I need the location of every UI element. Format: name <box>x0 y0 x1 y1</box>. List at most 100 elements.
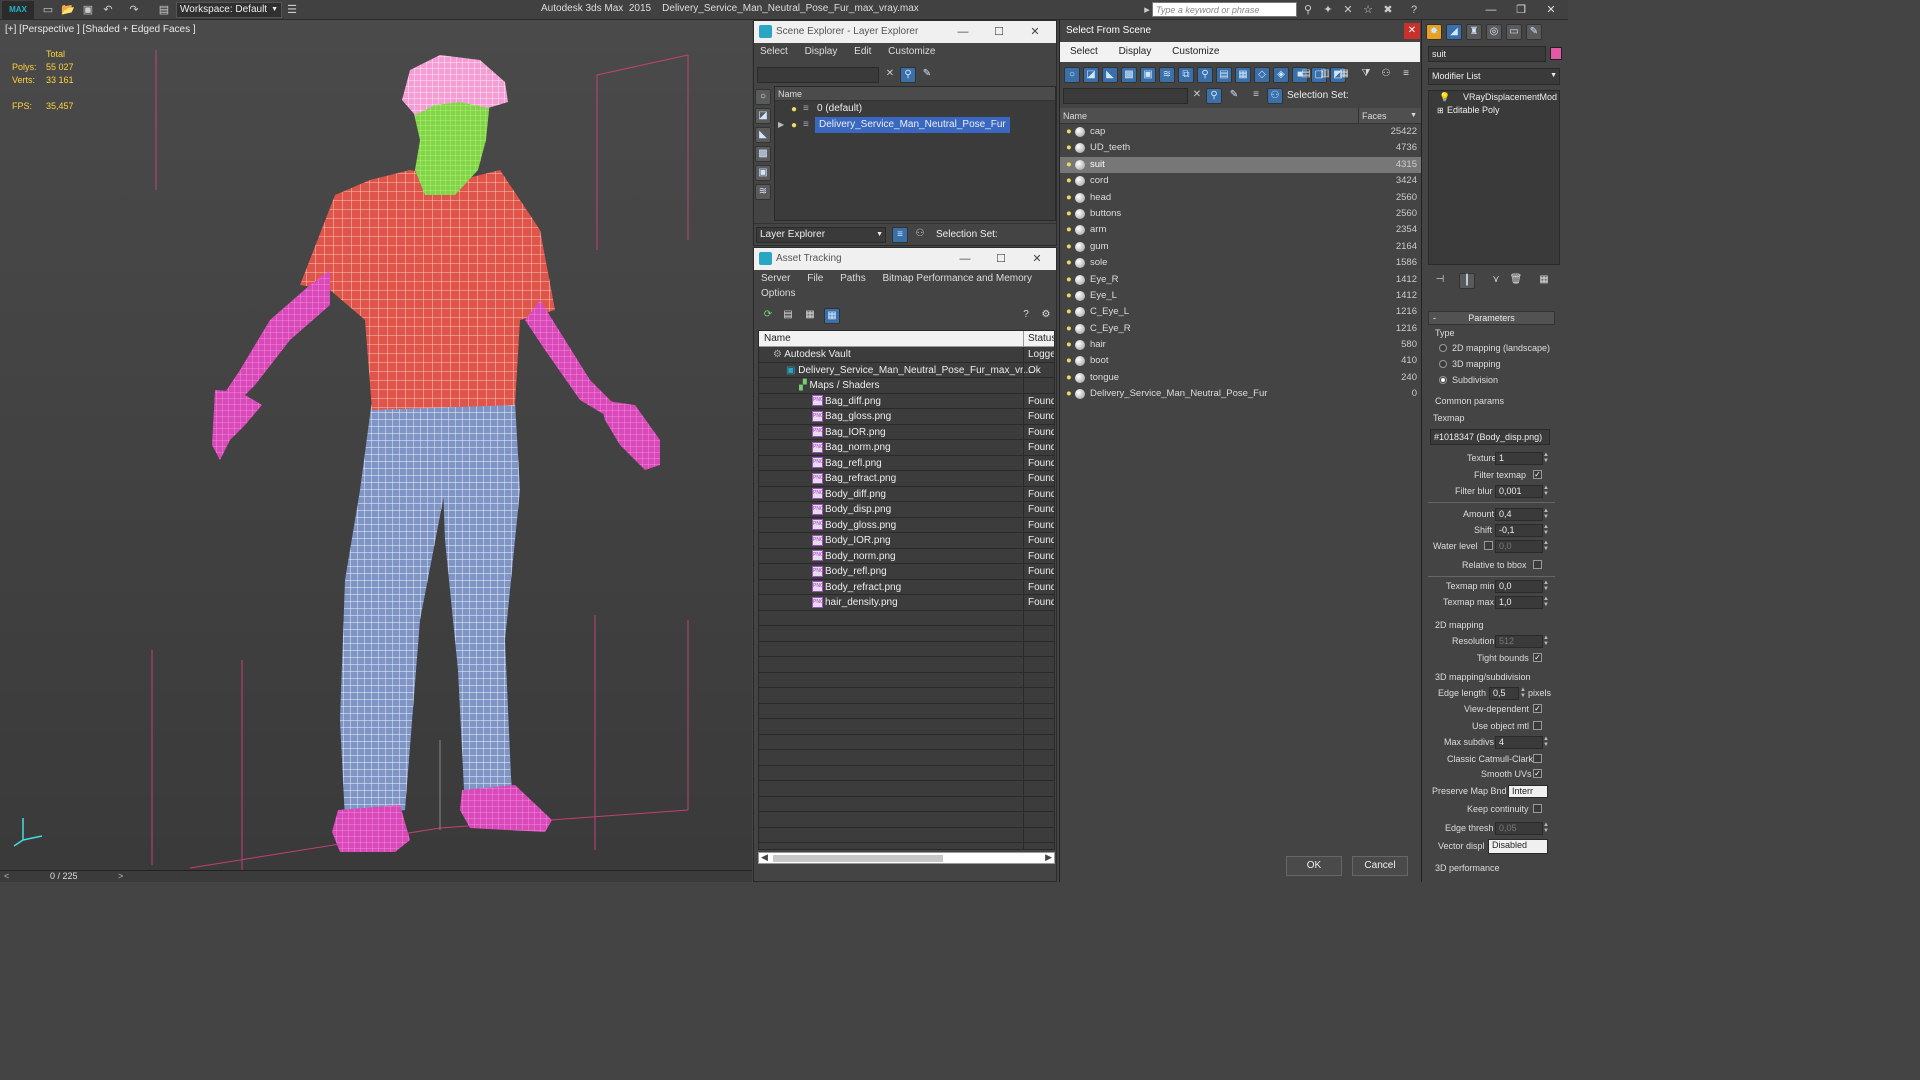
object-row[interactable]: ● boot 410 <box>1060 353 1421 369</box>
lightbulb-icon[interactable]: ● <box>1066 239 1072 255</box>
make-unique-icon[interactable]: ⋎ <box>1488 273 1504 289</box>
cancel-button[interactable]: Cancel <box>1352 856 1408 876</box>
lightbulb-icon[interactable]: ● <box>1066 124 1072 140</box>
lightbulb-icon[interactable]: ● <box>1066 337 1072 353</box>
display-xrefs-icon[interactable]: ⚲ <box>1197 67 1213 83</box>
display-shapes-icon[interactable]: ◪ <box>1083 67 1099 83</box>
display-containers-icon[interactable]: ▦ <box>1235 67 1251 83</box>
radio-2d-mapping[interactable] <box>1439 344 1447 352</box>
lightbulb-icon[interactable]: ● <box>1066 386 1072 402</box>
asset-row[interactable]: PNGBody_IOR.png Found <box>759 533 1054 549</box>
horizontal-scrollbar[interactable]: ◀ ▶ <box>758 852 1055 864</box>
amount-spinner[interactable]: ▲ ▼ <box>1543 508 1549 521</box>
close-icon[interactable]: ✕ <box>1404 23 1420 39</box>
col-name-header[interactable]: Name <box>775 87 1055 101</box>
pin-stack-icon[interactable]: ⊣ <box>1432 273 1448 289</box>
display-lights-icon[interactable]: ◣ <box>755 127 771 143</box>
asset-row[interactable]: PNGBag_diff.png Found <box>759 393 1054 409</box>
clear-find-icon[interactable]: ✕ <box>1189 88 1205 104</box>
menu-display[interactable]: Display <box>1119 46 1152 57</box>
display-bones-icon[interactable]: ▤ <box>1216 67 1232 83</box>
object-color-swatch[interactable] <box>1550 47 1562 60</box>
lightbulb-icon[interactable]: ● <box>1066 255 1072 271</box>
lightbulb-icon[interactable]: ● <box>791 102 797 118</box>
menu-customize[interactable]: Customize <box>888 46 935 57</box>
display-helpers-icon[interactable]: ▣ <box>1140 67 1156 83</box>
lightbulb-icon[interactable]: ● <box>1066 272 1072 288</box>
menu-paths[interactable]: Paths <box>840 273 866 284</box>
subscription-icon[interactable]: ✦ <box>1320 2 1336 18</box>
lightbulb-icon[interactable]: ● <box>1066 190 1072 206</box>
display-geometry-icon[interactable]: ○ <box>1064 67 1080 83</box>
utilities-tab-icon[interactable]: ✎ <box>1526 24 1542 40</box>
radio-subdivision[interactable] <box>1439 376 1447 384</box>
modifier-list-dropdown[interactable]: Modifier List ▼ <box>1428 68 1560 85</box>
texture-chan-input[interactable]: 1 <box>1495 452 1543 465</box>
layer-row[interactable]: ▶ ● ≡ Delivery_Service_Man_Neutral_Pose_… <box>775 117 1055 133</box>
open-file-icon[interactable]: 📂 <box>60 2 76 18</box>
customize-toolbar-icon[interactable]: ☰ <box>284 2 300 18</box>
object-row[interactable]: ● Eye_L 1412 <box>1060 288 1421 304</box>
menu-options[interactable]: Options <box>761 288 795 299</box>
texmap-max-spinner[interactable]: ▲ ▼ <box>1543 596 1549 609</box>
expand-plus-icon[interactable]: ⊞ <box>1437 104 1444 117</box>
asset-row[interactable]: PNGBag_gloss.png Found <box>759 409 1054 425</box>
maximize-icon[interactable]: ☐ <box>984 21 1014 43</box>
lightbulb-icon[interactable]: ● <box>1066 222 1072 238</box>
asset-row[interactable]: PNGBody_refl.png Found <box>759 564 1054 580</box>
save-file-icon[interactable]: ▣ <box>80 2 96 18</box>
asset-tracking-titlebar[interactable]: Asset Tracking — ☐ ✕ <box>754 248 1056 270</box>
object-row[interactable]: ● gum 2164 <box>1060 239 1421 255</box>
viewport-label[interactable]: [+] [Perspective ] [Shaded + Edged Faces… <box>5 24 196 35</box>
amount-input[interactable]: 0,4 <box>1495 508 1543 521</box>
edge-thresh-spinner[interactable]: ▲ ▼ <box>1543 822 1549 835</box>
settings-icon[interactable]: ⚙ <box>1038 308 1054 324</box>
hierarchy-icon[interactable]: ⚇ <box>1267 88 1283 104</box>
shift-input[interactable]: -0,1 <box>1495 524 1543 537</box>
display-shapes-icon[interactable]: ◪ <box>755 108 771 124</box>
texmap-max-input[interactable]: 1,0 <box>1495 596 1543 609</box>
object-row[interactable]: ● Eye_R 1412 <box>1060 272 1421 288</box>
list-view-icon[interactable]: ▤ <box>780 308 796 324</box>
keep-continuity-checkbox[interactable] <box>1533 804 1542 813</box>
scroll-right-icon[interactable]: ▶ <box>1045 852 1052 863</box>
select-from-scene-titlebar[interactable]: Select From Scene ✕ <box>1060 20 1420 42</box>
binoculars-icon[interactable]: ⚲ <box>1300 2 1316 18</box>
parameters-rollout-header[interactable]: - Parameters <box>1428 311 1555 325</box>
menu-file[interactable]: File <box>807 273 823 284</box>
menu-bitmap-performance[interactable]: Bitmap Performance and Memory <box>883 273 1033 284</box>
asset-row[interactable]: PNGBody_diff.png Found <box>759 486 1054 502</box>
favorites-star-icon[interactable]: ☆ <box>1360 2 1376 18</box>
project-folder-icon[interactable]: ▤ <box>156 2 172 18</box>
texmap-button[interactable]: #1018347 (Body_disp.png) <box>1430 429 1550 445</box>
classic-catmull-checkbox[interactable] <box>1533 754 1542 763</box>
time-next-button[interactable]: > <box>118 871 123 881</box>
hierarchy-tab-icon[interactable]: ♜ <box>1466 24 1482 40</box>
lightbulb-icon[interactable]: ● <box>1066 353 1072 369</box>
col-name-header[interactable]: Name <box>764 331 791 347</box>
workspace-dropdown[interactable]: Workspace: Default ▼ <box>176 2 282 18</box>
asset-row[interactable]: PNGhair_density.png Found <box>759 595 1054 611</box>
time-slider[interactable]: < 0 / 225 > <box>0 870 752 882</box>
find-case-icon[interactable]: ✎ <box>919 67 935 83</box>
smooth-uvs-checkbox[interactable]: ✓ <box>1533 769 1542 778</box>
asset-row[interactable]: PNGBody_refract.png Found <box>759 579 1054 595</box>
minimize-icon[interactable]: — <box>950 248 980 270</box>
expand-arrow-icon[interactable]: ▶ <box>778 117 784 133</box>
close-icon[interactable]: ✕ <box>1020 21 1050 43</box>
time-slider-value[interactable]: 0 / 225 <box>50 871 78 881</box>
find-input[interactable] <box>757 67 879 83</box>
edge-length-input[interactable]: 0,5 <box>1489 687 1519 700</box>
resolution-input[interactable]: 512 <box>1495 635 1543 648</box>
list-grid-icon[interactable]: ▦ <box>1336 67 1352 83</box>
hierarchy-tree-icon[interactable]: ⚇ <box>1378 67 1394 83</box>
menu-server[interactable]: Server <box>761 273 790 284</box>
asset-row[interactable]: PNGBag_refl.png Found <box>759 455 1054 471</box>
layer-row[interactable]: ● ≡ 0 (default) <box>775 101 1055 117</box>
asset-row[interactable]: ▞ Maps / Shaders <box>759 378 1054 394</box>
object-row[interactable]: ● head 2560 <box>1060 190 1421 206</box>
show-end-result-icon[interactable]: ┃ <box>1459 273 1475 289</box>
asset-row[interactable]: ⚙ Autodesk VaultLogged <box>759 347 1054 363</box>
find-case-icon[interactable]: ✎ <box>1226 88 1242 104</box>
modify-tab-icon[interactable]: ◢ <box>1446 24 1462 40</box>
